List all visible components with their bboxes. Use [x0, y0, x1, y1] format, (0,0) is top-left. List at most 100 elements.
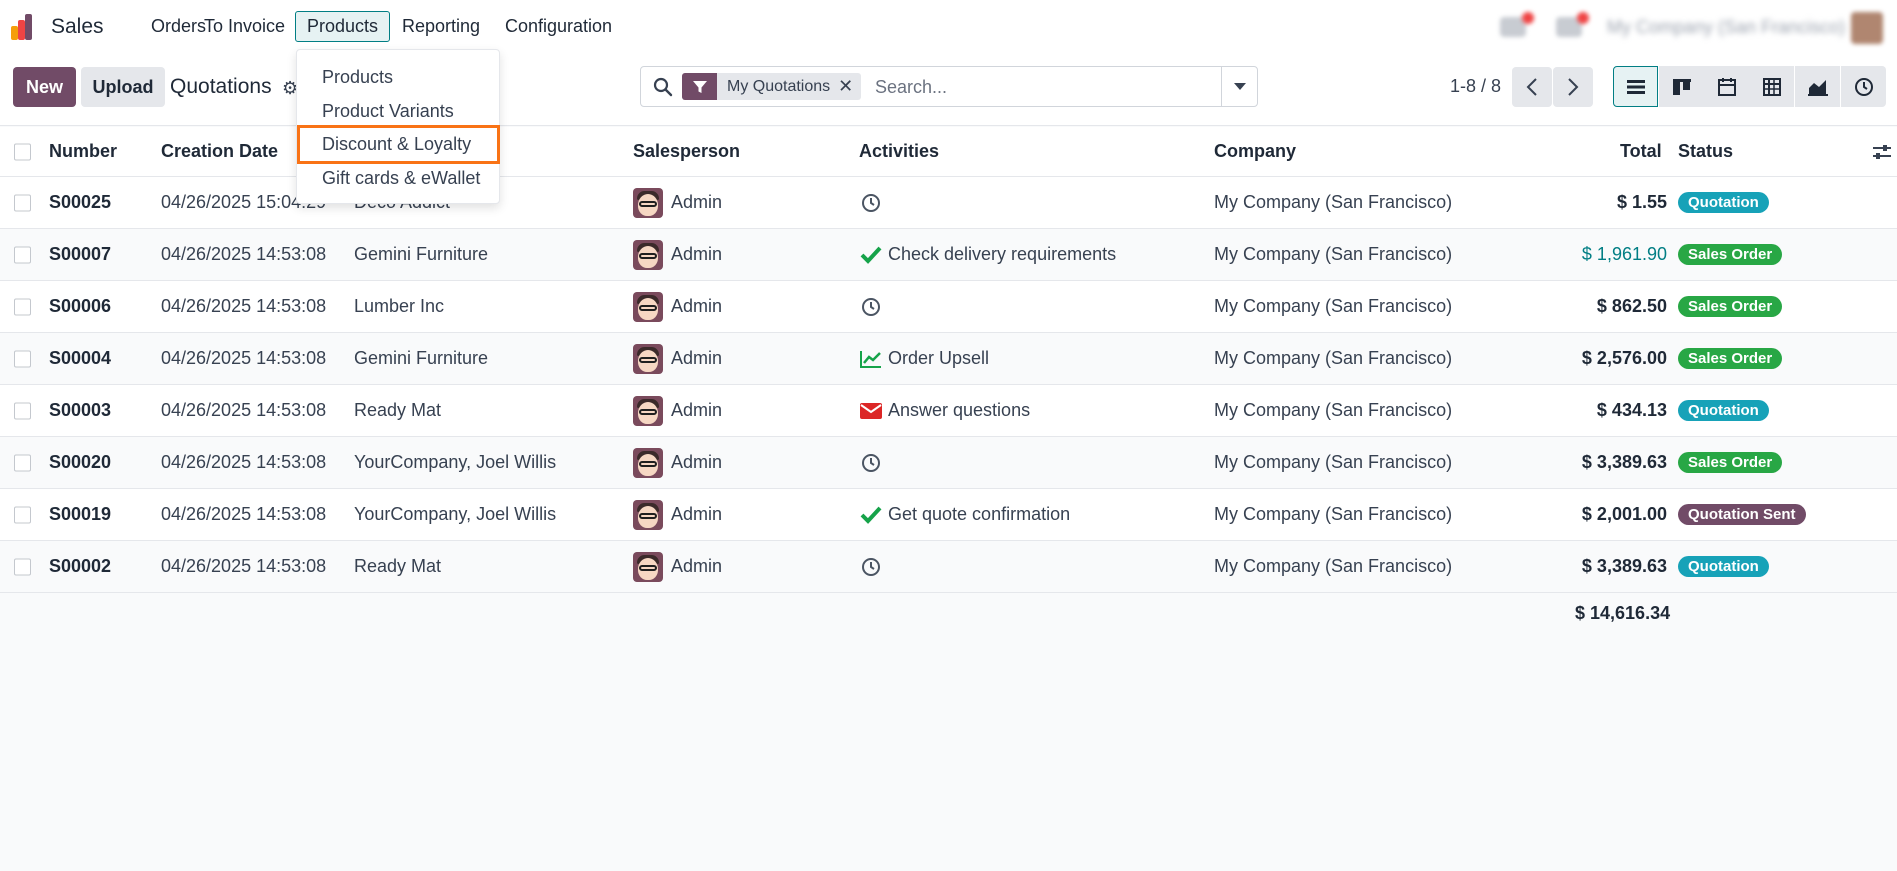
company-switcher[interactable]: My Company (San Francisco) — [1607, 17, 1845, 38]
dropdown-item-products[interactable]: Products — [297, 62, 501, 92]
salesperson: Admin — [633, 437, 722, 488]
search-input[interactable] — [875, 75, 1215, 99]
list-view-button[interactable] — [1613, 66, 1658, 107]
header-creation-date[interactable]: Creation Date — [161, 127, 278, 176]
order-total: $ 1.55 — [1616, 192, 1667, 212]
check-icon[interactable] — [859, 503, 883, 527]
customer-name: Gemini Furniture — [354, 244, 489, 264]
header-salesperson[interactable]: Salesperson — [633, 127, 740, 176]
salesperson: Admin — [633, 229, 722, 280]
table-row[interactable]: S00002 04/26/2025 14:53:08 Ready Mat Admin M… — [0, 541, 1897, 593]
salesperson-name: Admin — [671, 244, 723, 264]
header-company[interactable]: Company — [1214, 127, 1296, 176]
activity-cell[interactable] — [859, 177, 888, 228]
row-checkbox[interactable] — [14, 194, 31, 211]
header-total[interactable]: Total — [1620, 127, 1662, 176]
pivot-view-button[interactable] — [1749, 66, 1794, 107]
company-name: My Company (San Francisco) — [1214, 192, 1453, 212]
creation-date: 04/26/2025 14:53:08 — [161, 244, 327, 264]
graph-view-button[interactable] — [1795, 66, 1840, 107]
calendar-view-button[interactable] — [1704, 66, 1749, 107]
customer-name: YourCompany, Joel Willis — [354, 452, 557, 472]
menu-to-invoice[interactable]: To Invoice — [192, 11, 297, 42]
company-name: My Company (San Francisco) — [1214, 504, 1453, 524]
table-row[interactable]: S00004 04/26/2025 14:53:08 Gemini Furnitur… — [0, 333, 1897, 385]
clock-icon[interactable] — [859, 295, 883, 319]
row-checkbox[interactable] — [14, 506, 31, 523]
clock-icon[interactable] — [859, 555, 883, 579]
upload-button[interactable]: Upload — [81, 67, 165, 107]
header-number[interactable]: Number — [49, 127, 117, 176]
admin-avatar — [633, 343, 663, 374]
kanban-view-button[interactable] — [1659, 66, 1704, 107]
search-options-toggle[interactable] — [1221, 66, 1258, 107]
table-header: Number Creation Date Salesperson Activit… — [0, 127, 1897, 177]
order-number: S00004 — [49, 348, 112, 368]
search-icon[interactable] — [653, 77, 673, 97]
table-row[interactable]: S00007 04/26/2025 14:53:08 Gemini Furnitur… — [0, 229, 1897, 281]
salesperson-name: Admin — [671, 296, 723, 316]
new-button[interactable]: New — [13, 67, 76, 107]
header-status[interactable]: Status — [1678, 127, 1733, 176]
select-all-checkbox[interactable] — [14, 143, 31, 160]
status-cell: Quotation — [1678, 385, 1769, 436]
admin-avatar — [633, 291, 663, 322]
creation-date: 04/26/2025 14:53:08 — [161, 504, 327, 524]
activity-summary: Order Upsell — [888, 348, 990, 368]
clock-icon — [1854, 77, 1873, 96]
table-row[interactable]: S00020 04/26/2025 14:53:08 YourCompany, Jo… — [0, 437, 1897, 489]
salesperson: Admin — [633, 489, 722, 540]
dropdown-item-product-variants[interactable]: Product Variants — [297, 96, 501, 126]
order-number: S00006 — [49, 296, 112, 316]
table-row[interactable]: S0002504/26/2025 15:04:29Deco AddictAdmi… — [0, 177, 1897, 229]
row-checkbox[interactable] — [14, 558, 31, 575]
control-panel: New Upload Quotations ⚙ My Quotations ✕ … — [0, 55, 1897, 126]
activity-cell[interactable]: Order Upsell — [859, 333, 989, 384]
table-row[interactable]: S00019 04/26/2025 14:53:08 YourCompany, Jo… — [0, 489, 1897, 541]
header-activities[interactable]: Activities — [859, 127, 939, 176]
row-checkbox[interactable] — [14, 454, 31, 471]
salesperson: Admin — [633, 541, 722, 592]
activity-cell[interactable] — [859, 541, 888, 592]
optional-columns-icon[interactable] — [1872, 127, 1892, 176]
clock-icon[interactable] — [859, 451, 883, 475]
creation-date: 04/26/2025 14:53:08 — [161, 452, 327, 472]
row-checkbox[interactable] — [14, 246, 31, 263]
creation-date: 04/26/2025 14:53:08 — [161, 296, 327, 316]
menu-configuration[interactable]: Configuration — [493, 11, 624, 42]
dropdown-item-gift-cards-ewallet[interactable]: Gift cards & eWallet — [297, 163, 501, 193]
menu-reporting[interactable]: Reporting — [390, 11, 492, 42]
activity-cell[interactable]: Answer questions — [859, 385, 1030, 436]
check-icon[interactable] — [859, 243, 883, 267]
activity-cell[interactable] — [859, 437, 888, 488]
table-row[interactable]: S00003 04/26/2025 14:53:08 Ready Mat Admin A… — [0, 385, 1897, 437]
row-checkbox[interactable] — [14, 298, 31, 315]
clock-icon[interactable] — [859, 191, 883, 215]
pager-previous-button[interactable] — [1512, 67, 1552, 107]
products-dropdown-menu: Products Product Variants Discount & Loy… — [296, 49, 500, 204]
caret-down-icon — [1234, 82, 1246, 90]
app-name[interactable]: Sales — [51, 15, 104, 39]
activity-cell[interactable] — [859, 281, 888, 332]
pager-value[interactable]: 1-8 / 8 — [1450, 76, 1501, 97]
list-view-icon — [1626, 79, 1645, 94]
activity-cell[interactable]: Get quote confirmation — [859, 489, 1070, 540]
envelope-icon[interactable] — [859, 399, 883, 423]
menu-products[interactable]: Products — [295, 11, 391, 42]
pager-next-button[interactable] — [1553, 67, 1593, 107]
activity-view-button[interactable] — [1841, 66, 1886, 107]
status-badge: Quotation — [1678, 192, 1769, 213]
salesperson-name: Admin — [671, 400, 723, 420]
row-checkbox[interactable] — [14, 402, 31, 419]
activity-summary: Check delivery requirements — [888, 244, 1117, 264]
facet-remove-icon[interactable]: ✕ — [838, 76, 861, 97]
table-row[interactable]: S00006 04/26/2025 14:53:08 Lumber Inc Admin… — [0, 281, 1897, 333]
dropdown-item-discount-loyalty[interactable]: Discount & Loyalty — [297, 125, 500, 164]
upsell-chart-icon[interactable] — [859, 347, 883, 371]
activity-cell[interactable]: Check delivery requirements — [859, 229, 1116, 280]
status-cell: Sales Order — [1678, 281, 1783, 332]
user-avatar[interactable] — [1851, 12, 1883, 44]
row-checkbox[interactable] — [14, 350, 31, 367]
sales-app-logo-icon[interactable] — [11, 14, 39, 40]
order-total: $ 434.13 — [1596, 400, 1667, 420]
